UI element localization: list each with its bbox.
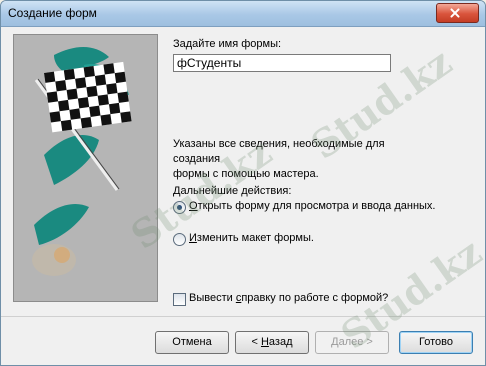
next-button[interactable]: Далее > — [315, 331, 389, 354]
back-button[interactable]: < Назад — [235, 331, 309, 354]
info-line-1: Указаны все сведения, необходимые для со… — [173, 138, 385, 165]
window-title: Создание форм — [8, 6, 97, 20]
cancel-button[interactable]: Отмена — [155, 331, 229, 354]
button-separator — [1, 316, 485, 317]
form-name-label: Задайте имя формы: — [173, 38, 282, 50]
title-bar[interactable]: Создание форм — [1, 1, 485, 27]
wizard-illustration — [13, 34, 158, 302]
close-button[interactable] — [436, 3, 479, 23]
modify-layout-label[interactable]: Изменить макет формы. — [189, 232, 314, 244]
help-checkbox[interactable] — [173, 293, 186, 306]
open-form-label[interactable]: Открыть форму для просмотра и ввода данн… — [189, 200, 435, 212]
checkered-flag-icon — [32, 47, 132, 276]
form-name-input[interactable] — [173, 54, 391, 72]
modify-layout-radio[interactable] — [173, 233, 186, 246]
next-actions-label: Дальнейшие действия: — [173, 185, 292, 197]
info-line-2: формы с помощью мастера. — [173, 168, 319, 180]
info-text: Указаны все сведения, необходимые для со… — [173, 137, 413, 199]
finish-button[interactable]: Готово — [399, 331, 473, 354]
form-wizard-dialog: Создание форм Задайте имя формы: фСтуден… — [0, 0, 486, 366]
help-checkbox-label[interactable]: Вывести справку по работе с формой? — [189, 292, 388, 304]
open-form-radio[interactable] — [173, 201, 186, 214]
